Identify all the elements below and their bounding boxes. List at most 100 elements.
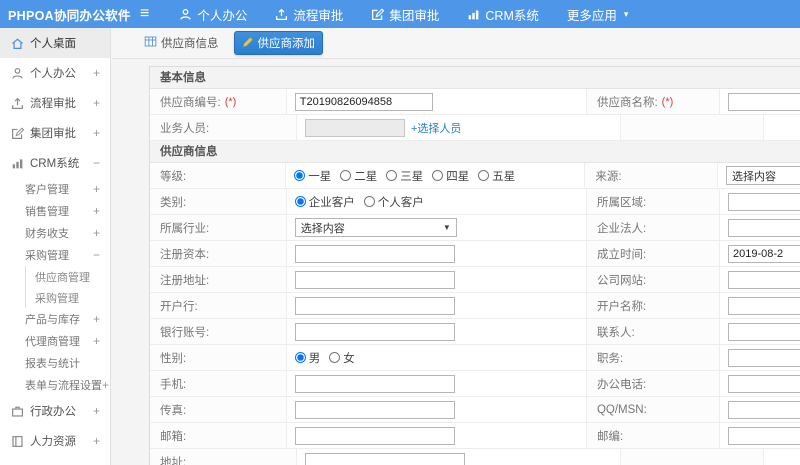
sidebar-item-official-docs[interactable]: 公文管理 + bbox=[0, 456, 110, 465]
sidebar: 个人桌面 个人办公 + 流程审批 + 集团审批 + CRM系统 − 客户管理 +… bbox=[0, 28, 111, 465]
form-row: 所属行业: 选择内容 ▼ 企业法人: bbox=[150, 215, 800, 241]
expand-icon[interactable]: + bbox=[93, 334, 100, 348]
radio-option[interactable]: 个人客户 bbox=[363, 194, 424, 210]
sidebar-item-supplier-mgmt[interactable]: 供应商管理 bbox=[26, 266, 110, 287]
source-select[interactable]: 选择内容▼ bbox=[725, 166, 800, 185]
sidebar-item-admin-office[interactable]: 行政办公 + bbox=[0, 396, 110, 426]
radio-2star[interactable] bbox=[340, 170, 352, 181]
business-staff-input[interactable] bbox=[305, 118, 405, 137]
radio-option[interactable]: 五星 bbox=[478, 168, 515, 184]
email-input[interactable] bbox=[294, 426, 455, 445]
edit-square-icon bbox=[371, 7, 385, 21]
office-phone-input[interactable] bbox=[727, 374, 800, 393]
expand-icon[interactable]: + bbox=[102, 378, 109, 392]
sidebar-item-personal-desktop[interactable]: 个人桌面 bbox=[0, 28, 110, 58]
sidebar-item-reports-stats[interactable]: 报表与统计 bbox=[0, 352, 110, 374]
topnav-more-apps[interactable]: 更多应用 ▾ bbox=[567, 5, 629, 24]
topnav-group-approval[interactable]: 集团审批 bbox=[371, 5, 439, 24]
field-label: 银行账号: bbox=[150, 319, 287, 344]
sidebar-item-label: 集团审批 bbox=[30, 128, 76, 140]
job-title-input[interactable] bbox=[727, 348, 800, 367]
sidebar-item-human-resources[interactable]: 人力资源 + bbox=[0, 426, 110, 456]
radio-option[interactable]: 男 bbox=[294, 350, 320, 366]
top-navigation: 个人办公 流程审批 集团审批 CRM系统 更多应用 ▾ bbox=[179, 5, 628, 24]
expand-icon[interactable]: + bbox=[93, 96, 100, 110]
field-label: 注册地址: bbox=[150, 267, 287, 292]
sidebar-item-purchase-mgmt[interactable]: 采购管理 − bbox=[0, 244, 110, 266]
field-label: QQ/MSN: bbox=[586, 397, 720, 422]
account-name-input[interactable] bbox=[727, 296, 800, 315]
sidebar-item-sales-mgmt[interactable]: 销售管理 + bbox=[0, 200, 110, 222]
select-staff-link[interactable]: +选择人员 bbox=[411, 120, 461, 136]
sidebar-item-finance-mgmt[interactable]: 财务收支 + bbox=[0, 222, 110, 244]
radio-personal[interactable] bbox=[363, 196, 375, 207]
menu-toggle-icon[interactable]: ≡ bbox=[140, 0, 149, 28]
field-label: 手机: bbox=[150, 371, 287, 396]
founding-date-input[interactable] bbox=[727, 244, 800, 263]
collapse-icon[interactable]: − bbox=[93, 248, 100, 262]
contact-person-input[interactable] bbox=[727, 322, 800, 341]
sidebar-item-group-approval[interactable]: 集团审批 + bbox=[0, 118, 110, 148]
sidebar-item-label: 销售管理 bbox=[25, 206, 69, 218]
supplier-name-input[interactable] bbox=[727, 92, 800, 111]
postcode-input[interactable] bbox=[727, 426, 800, 445]
radio-option[interactable]: 一星 bbox=[294, 168, 331, 184]
sidebar-item-workflow-approval[interactable]: 流程审批 + bbox=[0, 88, 110, 118]
sidebar-item-customer-mgmt[interactable]: 客户管理 + bbox=[0, 178, 110, 200]
sidebar-item-product-inventory[interactable]: 产品与库存 + bbox=[0, 308, 110, 330]
sidebar-item-agent-mgmt[interactable]: 代理商管理 + bbox=[0, 330, 110, 352]
topnav-workflow-approval[interactable]: 流程审批 bbox=[275, 5, 343, 24]
collapse-icon[interactable]: − bbox=[93, 156, 100, 170]
radio-option[interactable]: 三星 bbox=[386, 168, 423, 184]
field-label: 开户名称: bbox=[586, 293, 720, 318]
supplier-code-input[interactable] bbox=[294, 92, 433, 111]
expand-icon[interactable]: + bbox=[93, 404, 100, 418]
expand-icon[interactable]: + bbox=[93, 126, 100, 140]
field-label: 地址: bbox=[150, 449, 297, 465]
expand-icon[interactable]: + bbox=[93, 182, 100, 196]
radio-5star[interactable] bbox=[478, 170, 490, 181]
workflow-icon bbox=[275, 8, 288, 21]
radio-1star[interactable] bbox=[294, 170, 306, 181]
radio-option[interactable]: 企业客户 bbox=[294, 194, 355, 210]
radio-option[interactable]: 女 bbox=[329, 350, 355, 366]
industry-select[interactable]: 选择内容 ▼ bbox=[294, 218, 457, 237]
sidebar-item-crm-system[interactable]: CRM系统 − bbox=[0, 148, 110, 178]
region-input[interactable] bbox=[727, 192, 800, 211]
fax-input[interactable] bbox=[294, 400, 455, 419]
registered-address-input[interactable] bbox=[294, 270, 455, 289]
radio-option[interactable]: 二星 bbox=[340, 168, 377, 184]
field-label: 类别: bbox=[150, 189, 287, 214]
radio-option[interactable]: 四星 bbox=[432, 168, 469, 184]
company-website-input[interactable] bbox=[727, 270, 800, 289]
registered-capital-input[interactable] bbox=[294, 244, 455, 263]
topnav-personal-office[interactable]: 个人办公 bbox=[179, 5, 247, 24]
sidebar-item-label: 个人办公 bbox=[30, 68, 76, 80]
bank-account-input[interactable] bbox=[294, 322, 455, 341]
expand-icon[interactable]: + bbox=[93, 204, 100, 218]
radio-3star[interactable] bbox=[386, 170, 398, 181]
form-row: 注册地址: 公司网站: bbox=[150, 267, 800, 293]
address-input[interactable] bbox=[305, 452, 465, 465]
bar-chart-icon bbox=[467, 8, 480, 21]
qq-msn-input[interactable] bbox=[727, 400, 800, 419]
topnav-crm-system[interactable]: CRM系统 bbox=[467, 5, 539, 24]
sidebar-item-personal-office[interactable]: 个人办公 + bbox=[0, 58, 110, 88]
radio-female[interactable] bbox=[329, 352, 341, 363]
radio-enterprise[interactable] bbox=[294, 196, 306, 207]
tab-supplier-add[interactable]: 供应商添加 bbox=[233, 31, 323, 55]
radio-4star[interactable] bbox=[432, 170, 444, 181]
tab-supplier-info[interactable]: 供应商信息 bbox=[137, 32, 226, 54]
expand-icon[interactable]: + bbox=[93, 66, 100, 80]
bank-branch-input[interactable] bbox=[294, 296, 455, 315]
expand-icon[interactable]: + bbox=[93, 312, 100, 326]
legal-person-input[interactable] bbox=[727, 218, 800, 237]
expand-icon[interactable]: + bbox=[93, 226, 100, 240]
mobile-input[interactable] bbox=[294, 374, 455, 393]
section-title-supplier-info: 供应商信息 bbox=[150, 141, 800, 163]
sidebar-item-purchasing[interactable]: 采购管理 bbox=[26, 287, 110, 308]
sidebar-item-form-flow-settings[interactable]: 表单与流程设置 + bbox=[0, 374, 110, 396]
expand-icon[interactable]: + bbox=[93, 434, 100, 448]
radio-male[interactable] bbox=[294, 352, 306, 363]
sidebar-item-label: 人力资源 bbox=[30, 436, 76, 448]
